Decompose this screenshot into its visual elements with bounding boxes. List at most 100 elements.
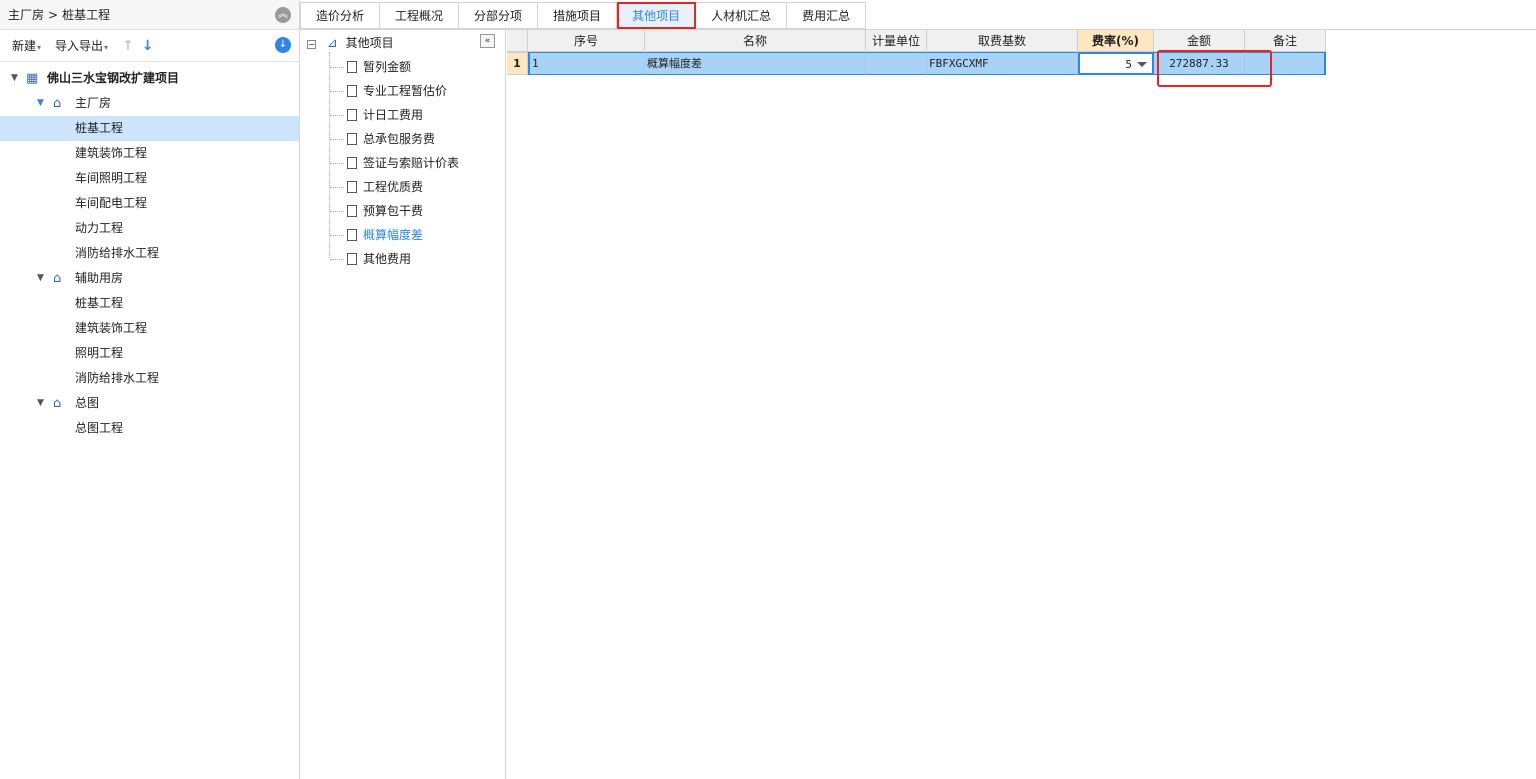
other-tree-item-label: 预算包干费 xyxy=(363,204,424,218)
tree-group[interactable]: ▼ ⌂ 主厂房 xyxy=(0,91,299,116)
header-name[interactable]: 名称 xyxy=(645,30,866,52)
other-tree-item-label: 计日工费用 xyxy=(363,108,424,122)
other-tree-item[interactable]: 工程优质费 xyxy=(347,176,423,198)
expand-toggle-icon[interactable]: ▼ xyxy=(11,66,18,91)
other-tree-item[interactable]: 签证与索赔计价表 xyxy=(347,152,459,174)
tree-connector xyxy=(330,211,344,212)
tree-connector xyxy=(330,139,344,140)
collapse-toggle-icon[interactable]: − xyxy=(307,40,316,49)
document-icon xyxy=(347,109,357,121)
tree-item[interactable]: 建筑装饰工程 xyxy=(0,316,299,341)
other-tree-item[interactable]: 专业工程暂估价 xyxy=(347,80,447,102)
tab-labor-material-summary[interactable]: 人材机汇总 xyxy=(696,2,788,29)
other-tree-item-label: 专业工程暂估价 xyxy=(363,84,448,98)
expand-toggle-icon[interactable]: ▼ xyxy=(37,391,44,416)
other-tree-item[interactable]: 其他费用 xyxy=(347,248,411,270)
expand-toggle-icon[interactable]: ▼ xyxy=(37,266,44,291)
import-export-button[interactable]: 导入导出▾ xyxy=(55,37,108,54)
other-tree-root[interactable]: − ⊿ 其他项目 xyxy=(307,32,394,54)
chevron-down-icon[interactable] xyxy=(1137,62,1147,67)
document-icon xyxy=(347,85,357,97)
row-number[interactable]: 1 xyxy=(507,52,528,75)
header-amount[interactable]: 金额 xyxy=(1154,30,1245,52)
tree-item[interactable]: 车间照明工程 xyxy=(0,166,299,191)
other-tree-item[interactable]: 计日工费用 xyxy=(347,104,423,126)
collapse-left-icon[interactable]: « xyxy=(480,34,495,48)
new-button[interactable]: 新建▾ xyxy=(12,37,41,54)
tree-item[interactable]: 照明工程 xyxy=(0,341,299,366)
breadcrumb: 主厂房 > 桩基工程 xyxy=(0,0,299,30)
document-icon xyxy=(347,253,357,265)
tree-item[interactable]: 桩基工程 xyxy=(0,291,299,316)
tree-item-label: 建筑装饰工程 xyxy=(75,321,148,335)
tree-group-label: 辅助用房 xyxy=(75,271,124,285)
other-tree-root-label: 其他项目 xyxy=(345,36,394,50)
breadcrumb-parent[interactable]: 主厂房 xyxy=(8,6,44,23)
tree-item[interactable]: 总图工程 xyxy=(0,416,299,441)
tree-root-label: 佛山三水宝钢改扩建项目 xyxy=(47,71,180,85)
header-rate[interactable]: 费率(%) xyxy=(1078,30,1154,52)
other-tree-item[interactable]: 预算包干费 xyxy=(347,200,423,222)
tab-division-items[interactable]: 分部分项 xyxy=(459,2,539,29)
other-tree-item-label: 签证与索赔计价表 xyxy=(363,156,460,170)
tree-group-label: 总图 xyxy=(75,396,100,410)
collapse-up-icon[interactable]: ︽ xyxy=(275,7,291,23)
cell-rate-dropdown[interactable]: 5 xyxy=(1078,52,1154,75)
tree-connector xyxy=(330,67,344,68)
tree-item[interactable]: 建筑装饰工程 xyxy=(0,141,299,166)
house-icon: ⌂ xyxy=(53,96,62,111)
document-icon xyxy=(347,181,357,193)
header-unit[interactable]: 计量单位 xyxy=(866,30,927,52)
cell-name[interactable]: 概算幅度差 xyxy=(645,52,866,75)
tree-group[interactable]: ▼ ⌂ 总图 xyxy=(0,391,299,416)
other-tree-item-selected[interactable]: 概算幅度差 xyxy=(347,224,423,246)
move-down-icon[interactable]: ↓ xyxy=(142,38,154,54)
header-fee-base[interactable]: 取费基数 xyxy=(927,30,1078,52)
chart-folder-icon: ⊿ xyxy=(326,36,338,51)
cell-fee-base[interactable]: FBFXGCXMF xyxy=(927,52,1078,75)
tree-item-label: 车间照明工程 xyxy=(75,171,148,185)
move-up-icon[interactable]: ↑ xyxy=(122,38,134,54)
tree-item[interactable]: 消防给排水工程 xyxy=(0,366,299,391)
tree-group[interactable]: ▼ ⌂ 辅助用房 xyxy=(0,266,299,291)
other-items-tree: « − ⊿ 其他项目 暂列金额 专业工程暂估价 计日工费用 总承包服务费 签证与… xyxy=(300,30,506,779)
tree-item-label: 动力工程 xyxy=(75,221,124,235)
project-panel: 主厂房 > 桩基工程 ︽ 新建▾ 导入导出▾ ↑ ↓ ↓ ▼ ▦ 佛山三水宝钢改… xyxy=(0,0,300,779)
tree-connector xyxy=(330,115,344,116)
amount-highlight-box xyxy=(1157,50,1272,87)
download-icon[interactable]: ↓ xyxy=(275,37,291,53)
header-remark[interactable]: 备注 xyxy=(1245,30,1326,52)
main-tabs: 造价分析 工程概况 分部分项 措施项目 其他项目 人材机汇总 费用汇总 xyxy=(300,2,867,29)
caret-down-icon: ▾ xyxy=(104,43,109,52)
tab-cost-analysis[interactable]: 造价分析 xyxy=(300,2,381,29)
tab-measure-items[interactable]: 措施项目 xyxy=(538,2,618,29)
tree-item[interactable]: 动力工程 xyxy=(0,216,299,241)
house-icon: ⌂ xyxy=(53,271,62,286)
tree-item[interactable]: 消防给排水工程 xyxy=(0,241,299,266)
tree-item-label: 桩基工程 xyxy=(75,121,124,135)
tree-item-label: 总图工程 xyxy=(75,421,124,435)
tree-item[interactable]: 桩基工程 xyxy=(0,116,299,141)
tab-cost-summary[interactable]: 费用汇总 xyxy=(787,2,867,29)
tree-connector xyxy=(330,187,344,188)
document-icon xyxy=(347,61,357,73)
cell-unit[interactable] xyxy=(866,52,927,75)
project-tree: ▼ ▦ 佛山三水宝钢改扩建项目 ▼ ⌂ 主厂房 桩基工程 建筑装饰工程 车间照明… xyxy=(0,66,299,441)
expand-toggle-icon[interactable]: ▼ xyxy=(37,91,44,116)
import-export-button-label: 导入导出 xyxy=(55,39,104,53)
header-seq[interactable]: 序号 xyxy=(528,30,645,52)
left-toolbar: 新建▾ 导入导出▾ ↑ ↓ xyxy=(0,30,299,62)
other-tree-item[interactable]: 暂列金额 xyxy=(347,56,411,78)
cell-seq[interactable]: 1 xyxy=(528,52,645,75)
tree-root[interactable]: ▼ ▦ 佛山三水宝钢改扩建项目 xyxy=(0,66,299,91)
cell-rate-value: 5 xyxy=(1125,58,1132,71)
tree-connector xyxy=(330,163,344,164)
tab-project-overview[interactable]: 工程概况 xyxy=(380,2,460,29)
tab-other-items[interactable]: 其他项目 xyxy=(617,2,697,29)
tree-item[interactable]: 车间配电工程 xyxy=(0,191,299,216)
tree-item-label: 建筑装饰工程 xyxy=(75,146,148,160)
other-tree-item[interactable]: 总承包服务费 xyxy=(347,128,435,150)
breadcrumb-separator: > xyxy=(48,7,59,22)
tree-group-label: 主厂房 xyxy=(75,96,112,110)
header-row-number xyxy=(507,30,528,52)
